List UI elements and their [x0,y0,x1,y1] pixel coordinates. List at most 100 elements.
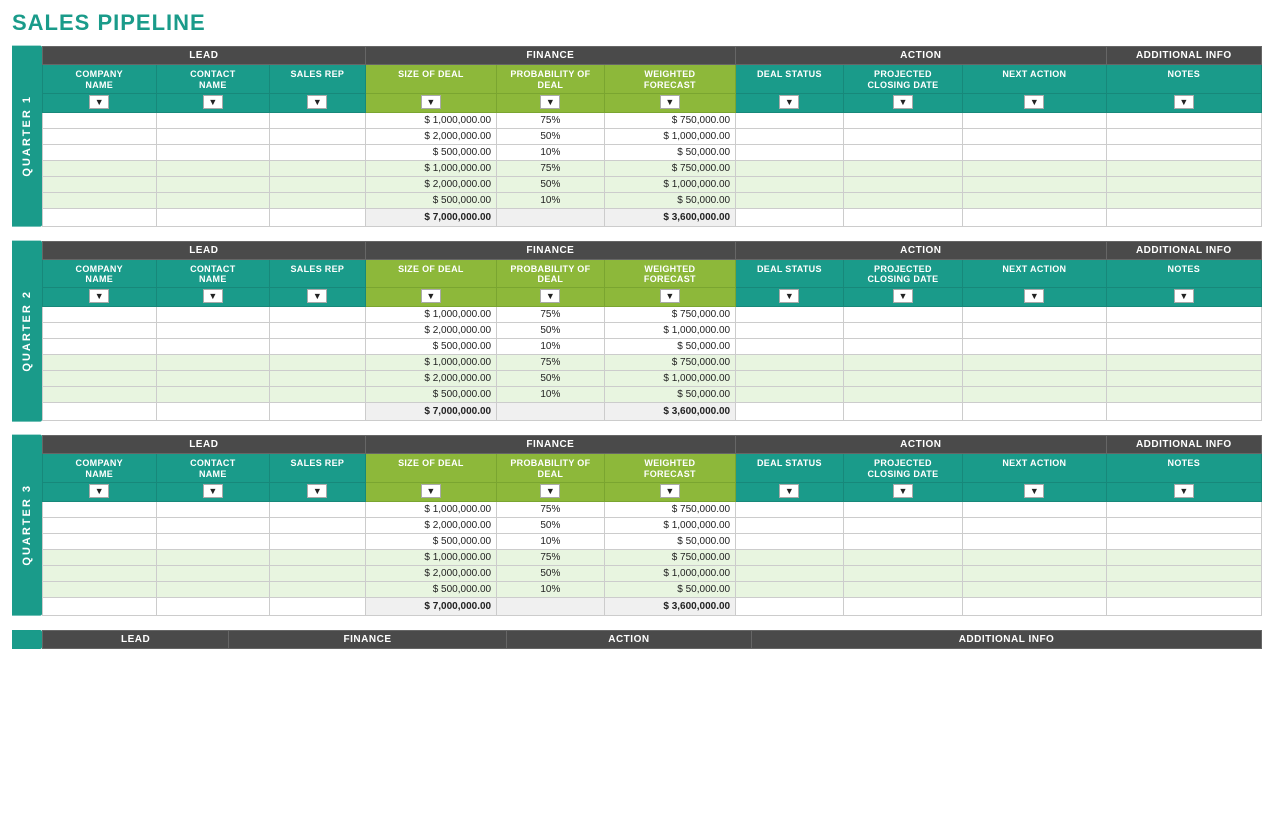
action-section-2: ACTION [736,241,1106,259]
filter-btn-3-3[interactable]: ▼ [421,484,441,498]
filter-btn-1-5[interactable]: ▼ [660,95,680,109]
company-2-1 [43,323,157,339]
filter-btn-3-8[interactable]: ▼ [1024,484,1044,498]
dealsize-1-2: $ 500,000.00 [365,144,496,160]
prob-1-5: 10% [497,192,605,208]
quarter-2-label: QUARTER 2 [12,241,42,422]
weighted-1-1: $ 1,000,000.00 [604,128,735,144]
contact-2-3 [156,355,270,371]
quarter-1-table-wrap: LEAD FINANCE ACTION ADDITIONAL INFO COMP… [42,46,1262,227]
notes-3-4 [1106,565,1261,581]
filter-cell-1-6: ▼ [736,93,844,112]
col-projclose-1: PROJECTEDCLOSING DATE [843,65,963,94]
filter-btn-2-0[interactable]: ▼ [89,289,109,303]
filter-btn-3-1[interactable]: ▼ [203,484,223,498]
dealsize-2-1: $ 2,000,000.00 [365,323,496,339]
prob-1-3: 75% [497,160,605,176]
nextaction-3-4 [963,565,1106,581]
projclose-3-0 [843,501,963,517]
quarter-4-partial: LEAD FINANCE ACTION ADDITIONAL INFO [12,630,1262,649]
filter-btn-1-4[interactable]: ▼ [540,95,560,109]
total-row-3: $ 7,000,000.00 $ 3,600,000.00 [43,597,1262,615]
filter-cell-2-9: ▼ [1106,288,1261,307]
filter-btn-2-7[interactable]: ▼ [893,289,913,303]
prob-2-2: 10% [497,339,605,355]
filter-btn-1-8[interactable]: ▼ [1024,95,1044,109]
prob-3-0: 75% [497,501,605,517]
filter-btn-1-1[interactable]: ▼ [203,95,223,109]
filter-btn-3-0[interactable]: ▼ [89,484,109,498]
contact-1-0 [156,112,270,128]
prob-2-3: 75% [497,355,605,371]
col-projclose-2: PROJECTEDCLOSING DATE [843,259,963,288]
filter-btn-2-3[interactable]: ▼ [421,289,441,303]
contact-1-2 [156,144,270,160]
weighted-1-3: $ 750,000.00 [604,160,735,176]
filter-btn-1-2[interactable]: ▼ [307,95,327,109]
dealsize-2-3: $ 1,000,000.00 [365,355,496,371]
dealsize-1-3: $ 1,000,000.00 [365,160,496,176]
company-3-4 [43,565,157,581]
col-prob-2: PROBABILITY OFDEAL [497,259,605,288]
filter-btn-1-6[interactable]: ▼ [779,95,799,109]
nextaction-3-5 [963,581,1106,597]
dealsize-1-4: $ 2,000,000.00 [365,176,496,192]
projclose-1-0 [843,112,963,128]
filter-btn-1-9[interactable]: ▼ [1174,95,1194,109]
prob-1-2: 10% [497,144,605,160]
total-deal-1: $ 7,000,000.00 [365,208,496,226]
nextaction-2-2 [963,339,1106,355]
filter-btn-2-4[interactable]: ▼ [540,289,560,303]
dealstatus-1-0 [736,112,844,128]
filter-btn-3-2[interactable]: ▼ [307,484,327,498]
projclose-3-3 [843,549,963,565]
filter-btn-1-3[interactable]: ▼ [421,95,441,109]
dealsize-1-1: $ 2,000,000.00 [365,128,496,144]
nextaction-2-0 [963,307,1106,323]
lead-section-3: LEAD [43,436,366,454]
dealsize-2-5: $ 500,000.00 [365,387,496,403]
dealstatus-1-3 [736,160,844,176]
filter-btn-1-7[interactable]: ▼ [893,95,913,109]
salesrep-1-4 [270,176,366,192]
col-salesrep-3: SALES REP [270,454,366,483]
filter-cell-2-3: ▼ [365,288,496,307]
filter-btn-2-5[interactable]: ▼ [660,289,680,303]
contact-3-0 [156,501,270,517]
page-container: SALES PIPELINE QUARTER 1 LEAD FINANCE AC… [0,0,1274,669]
weighted-1-0: $ 750,000.00 [604,112,735,128]
company-3-3 [43,549,157,565]
filter-cell-3-3: ▼ [365,482,496,501]
filter-btn-2-6[interactable]: ▼ [779,289,799,303]
filter-btn-2-2[interactable]: ▼ [307,289,327,303]
filter-btn-3-5[interactable]: ▼ [660,484,680,498]
filter-btn-2-8[interactable]: ▼ [1024,289,1044,303]
total-empty-1-2 [43,403,157,421]
notes-3-1 [1106,517,1261,533]
nextaction-2-1 [963,323,1106,339]
filter-btn-1-0[interactable]: ▼ [89,95,109,109]
salesrep-1-0 [270,112,366,128]
filter-btn-3-9[interactable]: ▼ [1174,484,1194,498]
col-nextaction-3: NEXT ACTION [963,454,1106,483]
filter-btn-3-7[interactable]: ▼ [893,484,913,498]
nextaction-1-5 [963,192,1106,208]
dealsize-1-5: $ 500,000.00 [365,192,496,208]
total-empty-6-2 [963,403,1106,421]
filter-btn-2-9[interactable]: ▼ [1174,289,1194,303]
action-section-3: ACTION [736,436,1106,454]
projclose-2-2 [843,339,963,355]
contact-2-0 [156,307,270,323]
notes-2-2 [1106,339,1261,355]
dealstatus-3-0 [736,501,844,517]
projclose-2-1 [843,323,963,339]
contact-2-4 [156,371,270,387]
col-weighted-3: WEIGHTEDFORECAST [604,454,735,483]
weighted-3-1: $ 1,000,000.00 [604,517,735,533]
nextaction-1-0 [963,112,1106,128]
quarter-2-block: QUARTER 2 LEAD FINANCE ACTION ADDITIONAL… [12,241,1262,422]
filter-btn-3-6[interactable]: ▼ [779,484,799,498]
filter-btn-2-1[interactable]: ▼ [203,289,223,303]
filter-btn-3-4[interactable]: ▼ [540,484,560,498]
total-empty-2-2 [156,403,270,421]
